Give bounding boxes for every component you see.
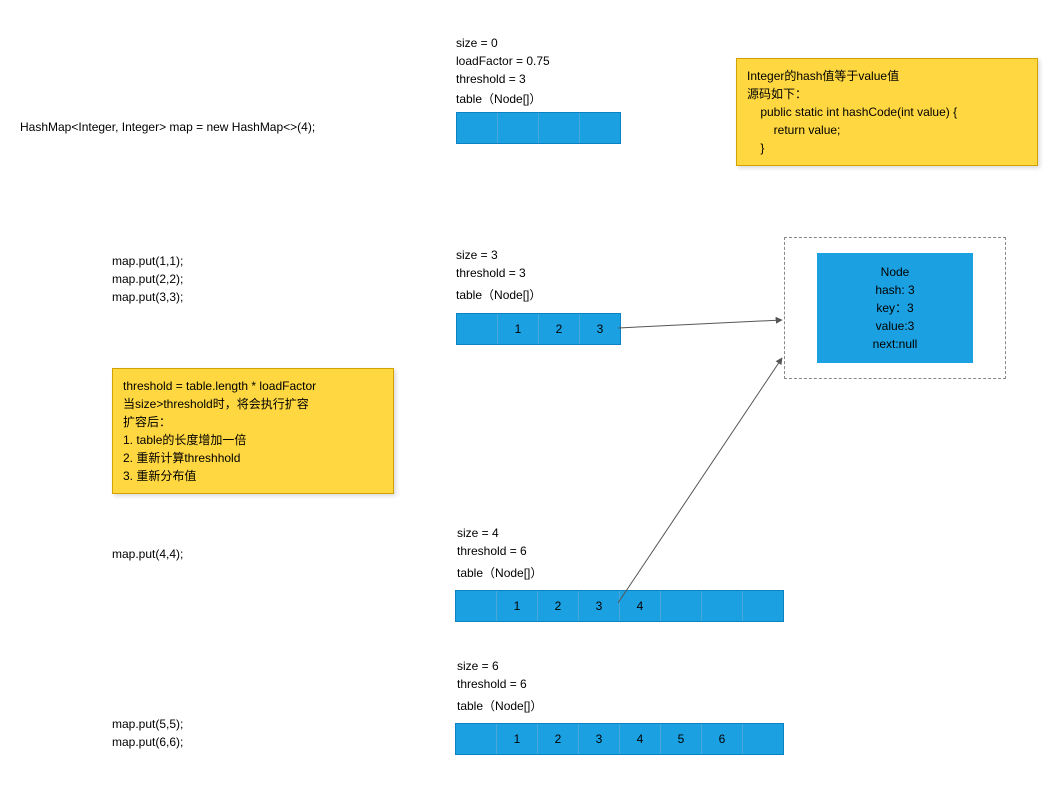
code-put-123: map.put(1,1); map.put(2,2); map.put(3,3)… (112, 252, 183, 306)
code-put-56: map.put(5,5); map.put(6,6); (112, 715, 183, 751)
array-cell (702, 591, 743, 621)
state3-table-label: table（Node[]） (457, 564, 542, 582)
array-cell: 2 (539, 314, 580, 344)
code-declaration: HashMap<Integer, Integer> map = new Hash… (20, 118, 315, 136)
array-cell: 4 (620, 724, 661, 754)
array-cell: 1 (497, 591, 538, 621)
state2-threshold: threshold = 3 (456, 264, 526, 282)
array-cell: 3 (579, 591, 620, 621)
node-detail-frame: Node hash: 3 key：3 value:3 next:null (784, 237, 1006, 379)
array-cell: 1 (497, 724, 538, 754)
array-cell (539, 113, 580, 143)
array-cell (457, 314, 498, 344)
state4-table-label: table（Node[]） (457, 697, 542, 715)
state1-loadfactor: loadFactor = 0.75 (456, 52, 550, 70)
array-cell: 2 (538, 724, 579, 754)
array-cell (498, 113, 539, 143)
arrow-state2-to-node (618, 320, 782, 328)
state2-table-label: table（Node[]） (456, 286, 541, 304)
state4-table-array: 123456 (455, 723, 784, 755)
state2-size: size = 3 (456, 246, 498, 264)
state3-table-array: 1234 (455, 590, 784, 622)
array-cell (456, 591, 497, 621)
state3-threshold: threshold = 6 (457, 542, 527, 560)
code-put-4: map.put(4,4); (112, 545, 183, 563)
state2-table-array: 123 (456, 313, 621, 345)
state1-size: size = 0 (456, 34, 498, 52)
arrow-state3-to-node (618, 358, 782, 603)
state1-table-label: table（Node[]） (456, 90, 541, 108)
note-hashcode: Integer的hash值等于value值 源码如下： public stati… (736, 58, 1038, 166)
array-cell: 1 (498, 314, 539, 344)
state4-size: size = 6 (457, 657, 499, 675)
state1-table-array (456, 112, 621, 144)
array-cell (743, 591, 783, 621)
array-cell: 3 (579, 724, 620, 754)
state3-size: size = 4 (457, 524, 499, 542)
diagram-canvas: HashMap<Integer, Integer> map = new Hash… (0, 0, 1050, 808)
array-cell (743, 724, 783, 754)
state1-threshold: threshold = 3 (456, 70, 526, 88)
state4-threshold: threshold = 6 (457, 675, 527, 693)
array-cell: 3 (580, 314, 620, 344)
array-cell (456, 724, 497, 754)
array-cell (457, 113, 498, 143)
array-cell: 4 (620, 591, 661, 621)
note-resize: threshold = table.length * loadFactor 当s… (112, 368, 394, 494)
array-cell: 6 (702, 724, 743, 754)
array-cell: 2 (538, 591, 579, 621)
array-cell (661, 591, 702, 621)
array-cell: 5 (661, 724, 702, 754)
array-cell (580, 113, 620, 143)
node-detail-box: Node hash: 3 key：3 value:3 next:null (817, 253, 973, 363)
